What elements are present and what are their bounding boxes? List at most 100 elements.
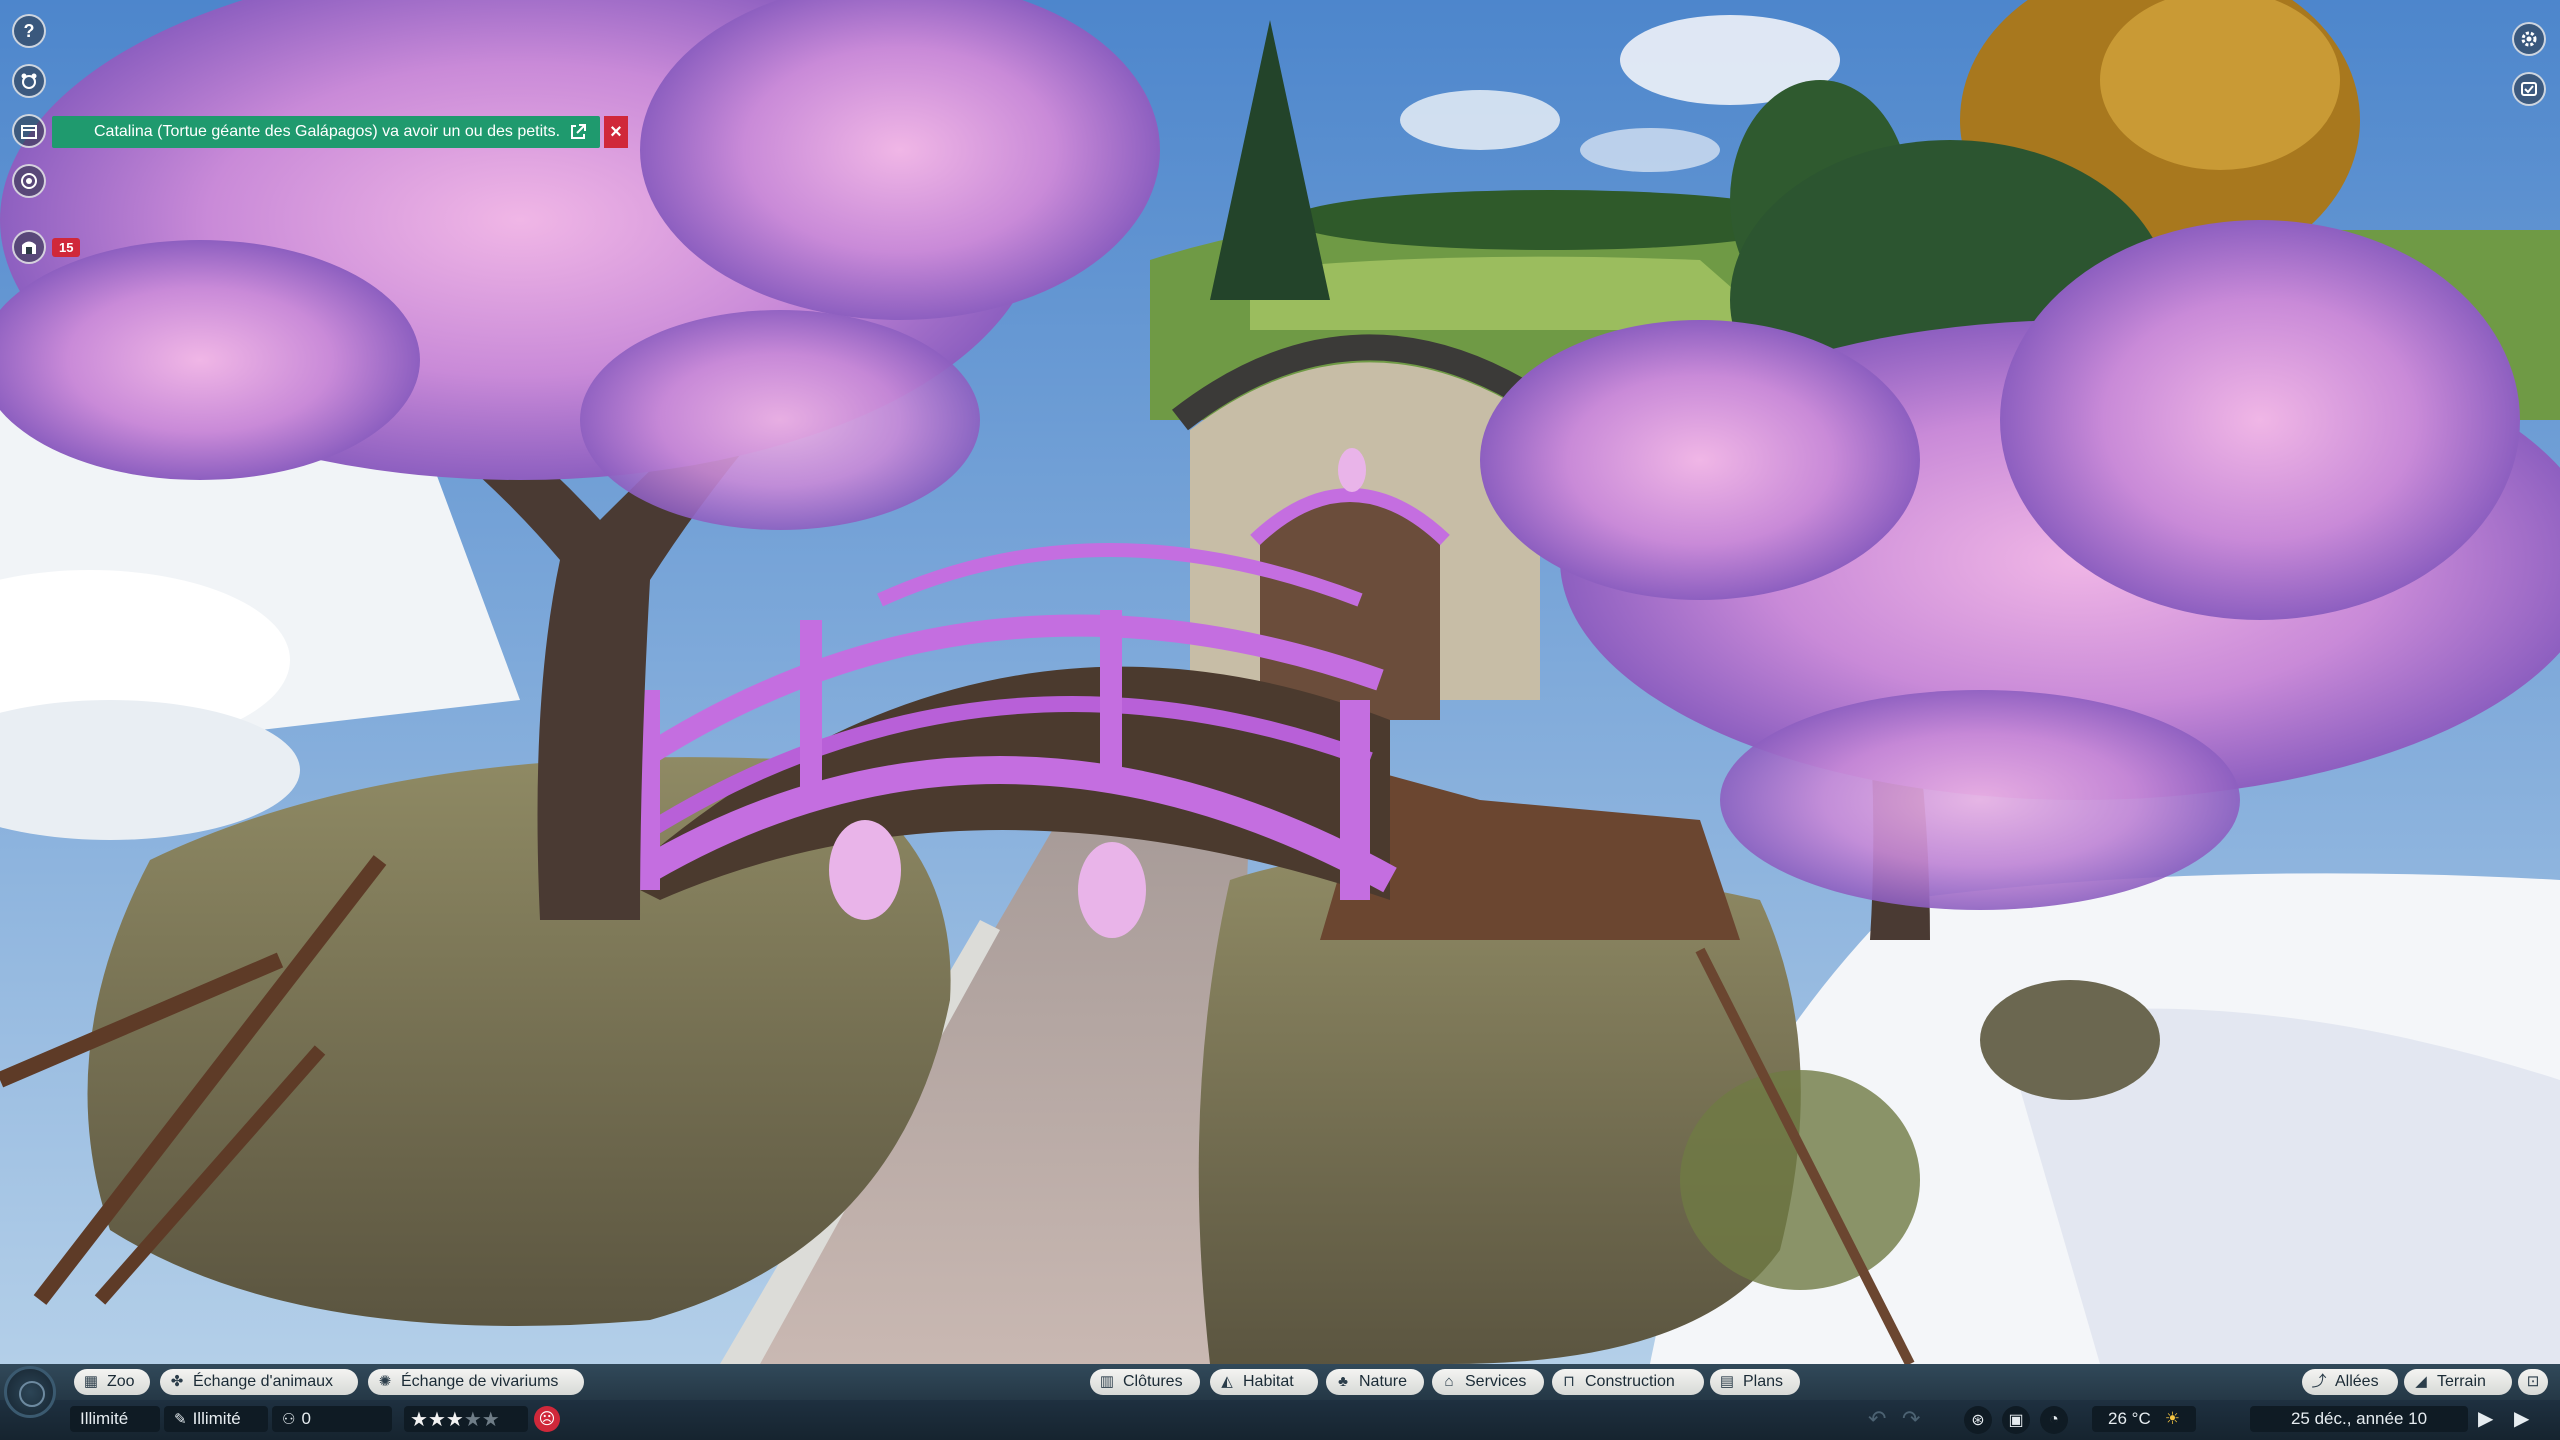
toolbar-label: Échange d'animaux bbox=[193, 1373, 334, 1390]
camera-mode-icon[interactable]: ▣ bbox=[2002, 1406, 2030, 1434]
money-value: Illimité bbox=[80, 1409, 129, 1428]
toolbar-fences-button[interactable]: ▥ Clôtures bbox=[1090, 1369, 1200, 1395]
terrain-icon: ◢ bbox=[2415, 1373, 2427, 1390]
weather-display[interactable]: 26 °C ☀ bbox=[2092, 1406, 2196, 1432]
notification-text: Catalina (Tortue géante des Galápagos) v… bbox=[94, 123, 561, 140]
toolbar-paths-button[interactable]: ⤴ Allées bbox=[2302, 1369, 2398, 1395]
redo-icon[interactable]: ↷ bbox=[1902, 1406, 1920, 1432]
expand-icon: ⊡ bbox=[2526, 1373, 2540, 1390]
game-viewport[interactable] bbox=[0, 0, 2560, 1440]
main-menu-button[interactable] bbox=[4, 1366, 56, 1418]
gear-glyph bbox=[2521, 31, 2537, 47]
camera-view-icon[interactable] bbox=[12, 164, 46, 198]
shop-icon: ⌂ bbox=[1444, 1373, 1454, 1390]
paper-lantern bbox=[1078, 842, 1146, 938]
challenges-icon[interactable] bbox=[2512, 72, 2546, 106]
toolbar-label: Nature bbox=[1359, 1373, 1408, 1390]
gate-glyph bbox=[22, 241, 36, 254]
bridge-post bbox=[800, 620, 822, 800]
play-icon[interactable]: ▶ bbox=[2478, 1406, 2493, 1431]
open-external-icon[interactable] bbox=[568, 122, 588, 142]
construction-icon: ⊓ bbox=[1563, 1373, 1575, 1390]
small-rock bbox=[1980, 980, 2160, 1100]
toolbar-blueprints-button[interactable]: ▤ Plans bbox=[1710, 1369, 1800, 1395]
research-display[interactable]: ✎ Illimité bbox=[164, 1406, 268, 1432]
eye-glyph bbox=[21, 173, 37, 189]
settings-gear-icon[interactable] bbox=[2512, 22, 2546, 56]
star-filled-icon: ★ bbox=[445, 1408, 464, 1431]
cloud bbox=[1400, 90, 1560, 150]
rating-stars: ★★★★★ bbox=[410, 1407, 500, 1432]
check-card-glyph bbox=[2521, 82, 2537, 96]
zoo-icon: ▦ bbox=[83, 1373, 99, 1390]
money-display[interactable]: Illimité bbox=[70, 1406, 160, 1432]
toolbar-vivarium-trading-button[interactable]: ✺ Échange de vivariums bbox=[368, 1369, 584, 1395]
guest-count: 0 bbox=[301, 1409, 311, 1428]
guest-count-display[interactable]: ⚇ 0 bbox=[272, 1406, 392, 1432]
star-filled-icon: ★ bbox=[427, 1408, 446, 1431]
bridge-post bbox=[1340, 700, 1370, 900]
time-speed-icon[interactable]: ◔ bbox=[2040, 1406, 2068, 1434]
animal-info-icon[interactable] bbox=[12, 64, 46, 98]
toolbar-label: Services bbox=[1465, 1373, 1527, 1390]
spider-icon: ✺ bbox=[378, 1373, 392, 1390]
toolbar-label: Zoo bbox=[107, 1373, 135, 1390]
star-empty-icon: ★ bbox=[481, 1408, 500, 1431]
toolbar-animal-trading-button[interactable]: ✤ Échange d'animaux bbox=[160, 1369, 358, 1395]
toolbar-services-button[interactable]: ⌂ Services bbox=[1432, 1369, 1544, 1395]
cherry-blossom-canopy bbox=[1720, 690, 2240, 910]
cherry-blossom-canopy bbox=[2000, 220, 2520, 620]
cherry-blossom-canopy bbox=[580, 310, 980, 530]
guest-mood-icon[interactable]: ☹ bbox=[534, 1406, 560, 1432]
cloud bbox=[1580, 128, 1720, 172]
calendar-icon[interactable] bbox=[12, 114, 46, 148]
blueprint-icon: ▤ bbox=[1719, 1373, 1735, 1390]
toolbar-label: Échange de vivariums bbox=[401, 1373, 559, 1390]
path-icon: ⤴ bbox=[2311, 1373, 2327, 1390]
help-glyph: ? bbox=[23, 20, 35, 41]
research-icon: ✎ bbox=[174, 1411, 187, 1428]
calendar-glyph bbox=[21, 125, 37, 139]
toolbar-expand-button[interactable]: ⊡ bbox=[2518, 1369, 2548, 1395]
toolbar-label: Clôtures bbox=[1123, 1373, 1183, 1390]
guests-icon: ⚇ bbox=[282, 1411, 296, 1428]
toolbar-label: Terrain bbox=[2437, 1373, 2486, 1390]
toolbar-label: Construction bbox=[1585, 1373, 1675, 1390]
date-display[interactable]: 25 déc., année 10 bbox=[2250, 1406, 2468, 1432]
bridge-post bbox=[1100, 610, 1122, 780]
star-empty-icon: ★ bbox=[463, 1408, 482, 1431]
help-icon[interactable]: ? bbox=[12, 14, 46, 48]
temperature-value: 26 °C bbox=[2108, 1409, 2151, 1428]
research-value: Illimité bbox=[192, 1409, 241, 1428]
inner-gate bbox=[1260, 500, 1440, 720]
meadow bbox=[1250, 256, 1780, 330]
animal-face-icon bbox=[21, 73, 37, 89]
paper-lantern bbox=[1338, 448, 1366, 492]
toolbar-label: Plans bbox=[1743, 1373, 1784, 1390]
sun-icon: ☀ bbox=[2164, 1409, 2180, 1428]
cherry-blossom-canopy bbox=[1480, 320, 1920, 600]
date-value: 25 déc., année 10 bbox=[2290, 1409, 2428, 1428]
undo-icon[interactable]: ↶ bbox=[1868, 1406, 1886, 1432]
guests-icon[interactable] bbox=[12, 230, 46, 264]
tree-icon: ♣ bbox=[1338, 1373, 1348, 1390]
notification-banner[interactable]: Catalina (Tortue géante des Galápagos) v… bbox=[52, 116, 600, 148]
toolbar-label: Habitat bbox=[1243, 1373, 1294, 1390]
zoo-rating[interactable]: ★★★★★ bbox=[404, 1406, 528, 1432]
shrub bbox=[1680, 1070, 1920, 1290]
guests-badge: 15 bbox=[52, 238, 81, 257]
toolbar-zoo-button[interactable]: ▦ Zoo bbox=[74, 1369, 150, 1395]
toolbar-habitat-button[interactable]: ◭ Habitat bbox=[1210, 1369, 1318, 1395]
toolbar-terrain-button[interactable]: ◢ Terrain bbox=[2404, 1369, 2512, 1395]
toolbar-construction-button[interactable]: ⊓ Construction bbox=[1552, 1369, 1704, 1395]
paw-icon: ✤ bbox=[170, 1373, 184, 1390]
cherry-blossom-canopy bbox=[0, 240, 420, 480]
notification-close-button[interactable]: × bbox=[604, 116, 628, 148]
fast-forward-icon[interactable]: ▶ bbox=[2514, 1406, 2529, 1431]
toolbar-nature-button[interactable]: ♣ Nature bbox=[1326, 1369, 1424, 1395]
paper-lantern bbox=[829, 820, 901, 920]
overlay-toggle-icon[interactable]: ⊛ bbox=[1964, 1406, 1992, 1434]
habitat-icon: ◭ bbox=[1221, 1373, 1233, 1390]
toolbar-label: Allées bbox=[2335, 1373, 2379, 1390]
star-filled-icon: ★ bbox=[410, 1408, 428, 1431]
